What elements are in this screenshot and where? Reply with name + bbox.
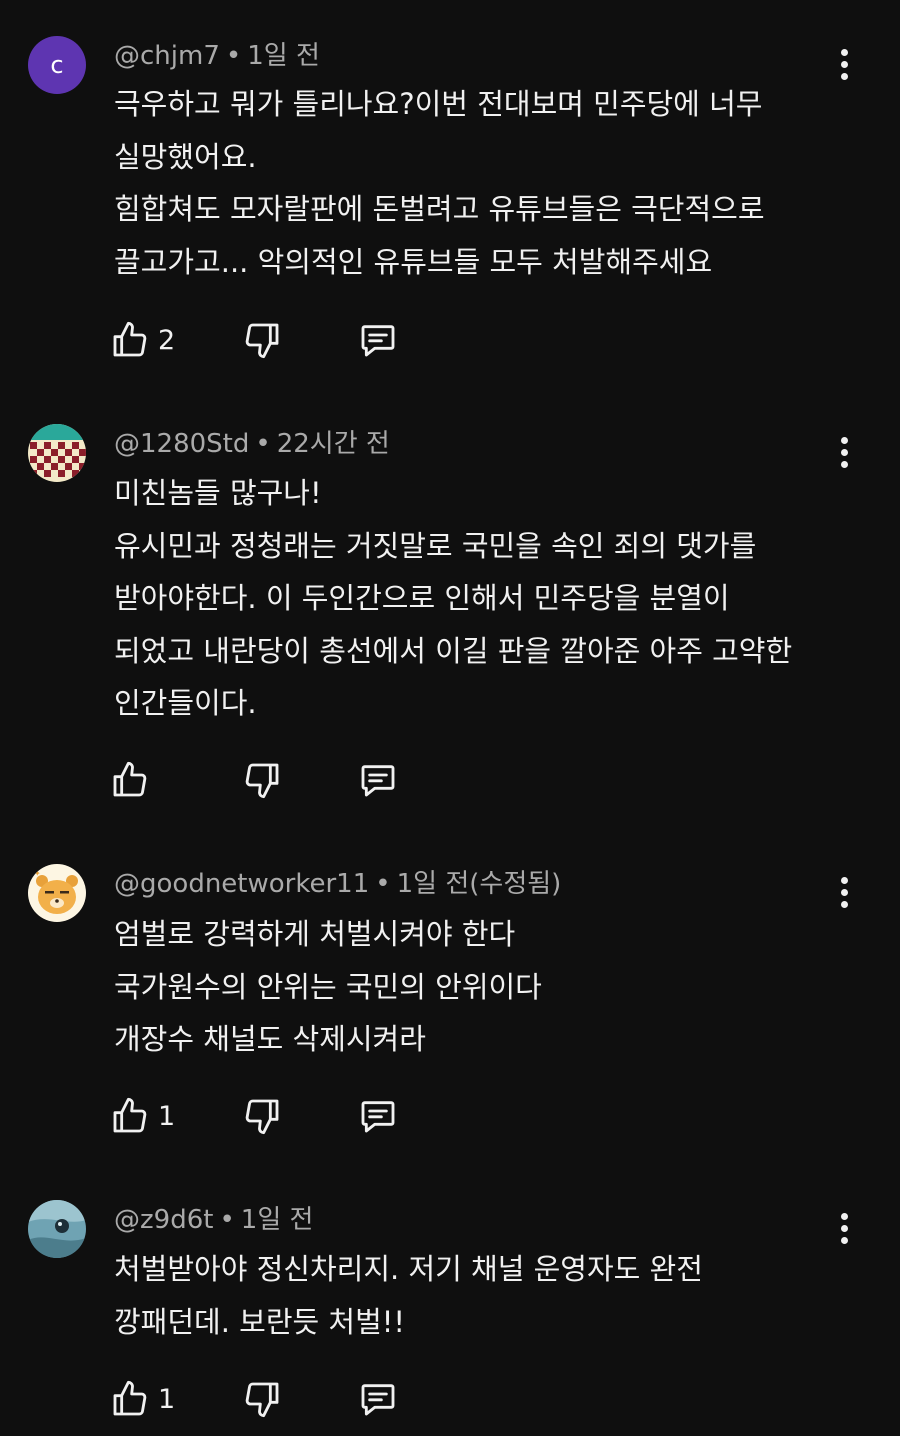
reply-button[interactable] [358,1377,398,1421]
comment-meta: @chjm7 • 1일 전 [114,41,320,71]
comment-line: 국가원수의 안위는 국민의 안위이다 [114,969,542,1004]
comment-actions: 1 [110,1377,430,1421]
reply-button[interactable] [358,758,398,802]
reply-comment-icon [361,325,395,357]
reply-comment-icon [361,1101,395,1133]
like-button[interactable]: 1 [110,1377,175,1421]
comment-time[interactable]: 1일 전 [241,1205,314,1235]
reply-comment-icon [361,1384,395,1416]
more-vertical-icon[interactable] [826,1208,862,1248]
photo-avatar-icon[interactable] [28,1200,86,1258]
comment-author[interactable]: @goodnetworker11 [114,869,369,899]
comment-line: 처벌받아야 정신차리지. 저기 채널 운영자도 완전 [114,1252,703,1286]
comment-meta: @z9d6t • 1일 전 [114,1205,314,1235]
comment-meta: @1280Std • 22시간 전 [114,429,390,459]
comment-text: 미친놈들 많구나! 유시민과 정청래는 거짓말로 국민을 속인 죄의 댓가를 받… [114,467,834,730]
svg-text:✦: ✦ [34,869,41,878]
comment-author[interactable]: @chjm7 [114,41,220,71]
lion-character-avatar-icon[interactable]: ✦ [28,864,86,922]
reply-button[interactable] [358,318,398,362]
thumbs-up-icon [113,761,147,797]
thumbs-down-icon [245,1099,279,1135]
comment-time[interactable]: 1일 전(수정됨) [397,869,562,899]
thumbs-down-icon [245,1382,279,1418]
thumbs-up-icon [113,1380,147,1416]
comment-line: 유시민과 정청래는 거짓말로 국민을 속인 죄의 댓가를 [114,528,757,563]
comment-actions: 1 [110,1094,430,1138]
more-vertical-icon[interactable] [826,872,862,912]
comment-line: 받아야한다. 이 두인간으로 인해서 민주당을 분열이 [114,581,730,615]
dislike-button[interactable] [242,318,282,362]
thumbs-up-icon [113,1097,147,1133]
comment-line: 엄벌로 강력하게 처벌시켜야 한다 [114,917,516,951]
comment-text: 처벌받아야 정신차리지. 저기 채널 운영자도 완전 깡패던데. 보란듯 처벌!… [114,1243,834,1348]
comment-line: 극우하고 뭐가 틀리나요?이번 전대보며 민주당에 너무 [114,87,763,121]
dislike-button[interactable] [242,1377,282,1421]
comment-line: 실망했어요. [114,139,257,174]
dislike-button[interactable] [242,1094,282,1138]
like-button[interactable] [110,758,158,802]
reply-comment-icon [361,765,395,797]
dislike-button[interactable] [242,758,282,802]
comment-author[interactable]: @1280Std [114,429,249,459]
comment-author[interactable]: @z9d6t [114,1205,213,1235]
comment-meta: @goodnetworker11 • 1일 전(수정됨) [114,869,562,899]
comment-text: 엄벌로 강력하게 처벌시켜야 한다 국가원수의 안위는 국민의 안위이다 개장수… [114,908,834,1066]
like-button[interactable]: 1 [110,1094,175,1138]
comment-line: 개장수 채널도 삭제시켜라 [114,1022,426,1056]
comment-line: 인간들이다. [114,686,257,720]
comment-actions [110,758,430,802]
like-count: 1 [158,1383,176,1415]
like-button[interactable]: 2 [110,318,175,362]
reply-button[interactable] [358,1094,398,1138]
like-count: 1 [158,1100,176,1132]
like-count: 2 [158,324,176,356]
comment-line: 미친놈들 많구나! [114,476,322,510]
comment-text: 극우하고 뭐가 틀리나요?이번 전대보며 민주당에 너무 실망했어요. 힘합쳐도… [114,78,834,288]
comment-time[interactable]: 1일 전 [247,41,320,71]
comment-line: 힘합쳐도 모자랄판에 돈벌려고 유튜브들은 극단적으로 [114,192,765,226]
thumbs-up-icon [113,321,147,357]
checkered-avatar-icon[interactable] [28,424,86,482]
comment-line: 깡패던데. 보란듯 처벌!! [114,1304,406,1339]
comment-time[interactable]: 22시간 전 [277,429,390,459]
comment-actions: 2 [110,318,430,362]
avatar-letter: c [50,51,64,79]
more-vertical-icon[interactable] [826,432,862,472]
comment-line: 되었고 내란당이 총선에서 이길 판을 깔아준 아주 고약한 [114,633,793,668]
avatar[interactable]: c [28,36,86,94]
comment-line: 끌고가고... 악의적인 유튜브들 모두 처발해주세요 [114,244,713,279]
thumbs-down-icon [245,763,279,799]
thumbs-down-icon [245,323,279,359]
